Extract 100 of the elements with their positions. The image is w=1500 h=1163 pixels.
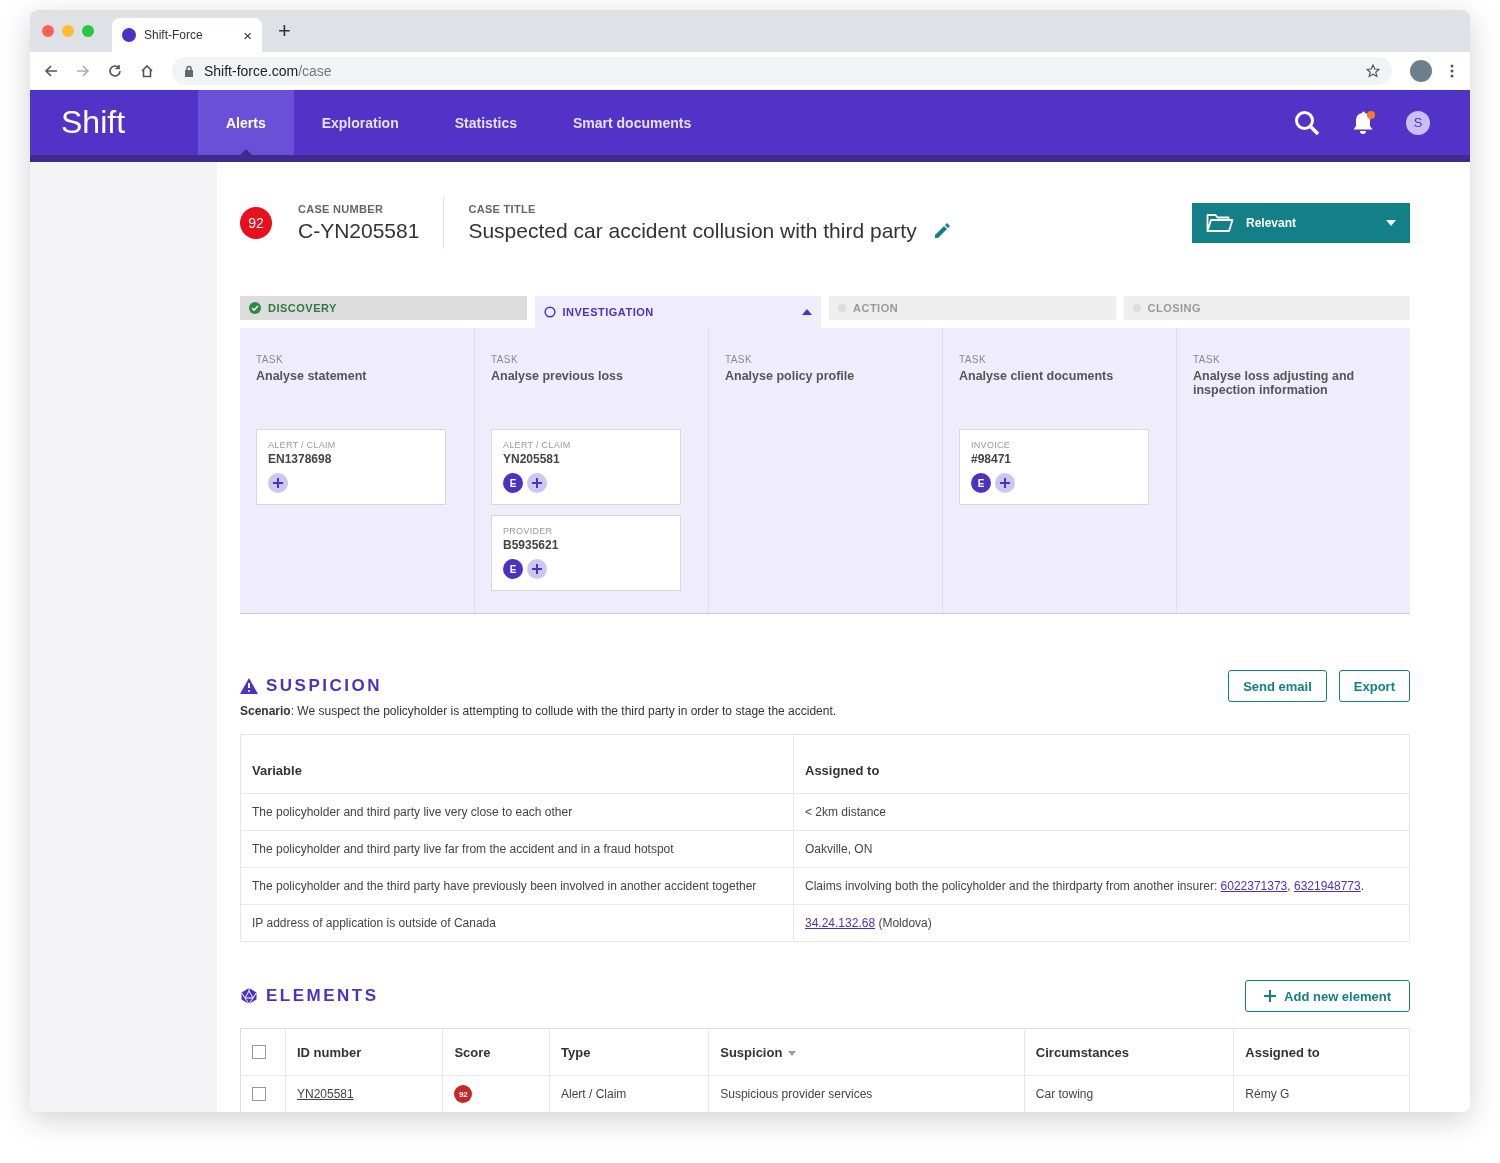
table-cell: Car towing — [1024, 1075, 1234, 1112]
task-title: Analyse policy profile — [725, 369, 856, 385]
case-number-label: CASE NUMBER — [298, 203, 385, 215]
column-header: Score — [442, 1028, 550, 1076]
table-cell: < 2km distance — [793, 793, 1410, 831]
element-card[interactable]: INVOICE #98471 E — [959, 429, 1149, 505]
bell-icon[interactable] — [1350, 109, 1376, 136]
outline-button[interactable]: Send email — [1228, 670, 1327, 702]
plus-icon[interactable] — [268, 473, 288, 493]
nav-tab[interactable]: Alerts — [198, 90, 294, 155]
table-cell: The policyholder and third party live very close to each other — [240, 793, 794, 831]
nav-tab[interactable]: Statistics — [426, 90, 545, 155]
row-checkbox[interactable] — [252, 1087, 266, 1101]
task-title: Analyse previous loss — [491, 369, 624, 385]
score-badge: 92 — [240, 207, 272, 239]
element-card[interactable]: ALERT / CLAIM YN205581 E — [491, 429, 681, 505]
warning-icon — [240, 678, 258, 694]
task-label: TASK — [725, 354, 753, 365]
nav-tab[interactable]: Smart documents — [544, 90, 720, 155]
sort-caret-icon[interactable] — [788, 1050, 797, 1056]
section-title: SUSPICION — [266, 676, 383, 696]
polyhedron-icon — [240, 987, 258, 1005]
task-label: TASK — [959, 354, 987, 365]
table-cell: 34.24.132.68 (Moldova) — [793, 904, 1410, 942]
link[interactable]: 34.24.132.68 — [805, 916, 876, 930]
more-icon[interactable] — [1450, 64, 1454, 78]
link[interactable]: 6321948773 — [1293, 879, 1361, 893]
table-cell: The policyholder and the third party have previously been involved in another accident together — [240, 867, 794, 905]
card-id: YN205581 — [503, 452, 561, 466]
id-link[interactable]: YN205581 — [297, 1087, 354, 1101]
table-cell: IP address of application is outside of Canada — [240, 904, 794, 942]
caret-icon — [1386, 220, 1396, 226]
lock-icon — [184, 65, 194, 77]
plus-icon[interactable] — [527, 559, 547, 579]
card-type: PROVIDER — [503, 526, 554, 536]
column-header: Circumstances — [1024, 1028, 1234, 1076]
column-header: Type — [549, 1028, 709, 1076]
section-title: ELEMENTS — [266, 986, 379, 1006]
address-bar[interactable]: Shift-force.com/case — [172, 57, 1392, 85]
task-title: Analyse client documents — [959, 369, 1115, 385]
card-type: ALERT / CLAIM — [268, 440, 337, 450]
profile-avatar[interactable] — [1410, 60, 1432, 82]
user-avatar[interactable]: S — [1406, 110, 1430, 135]
card-id: EN1378698 — [268, 452, 333, 466]
column-header: ID number — [285, 1028, 443, 1076]
scenario-text: Scenario: We suspect the policyholder is attempting to collude with the third party in order to stage the accident. — [240, 704, 838, 718]
card-id: #98471 — [971, 452, 1013, 466]
add-element-button[interactable]: Add new element — [1245, 980, 1410, 1012]
badge: E — [971, 473, 991, 493]
case-number: C-YN205581 — [298, 219, 420, 243]
element-card[interactable]: ALERT / CLAIM EN1378698 — [256, 429, 446, 505]
outline-button[interactable]: Export — [1338, 670, 1410, 702]
case-title: Suspected car accident collusion with third party — [468, 219, 917, 243]
task-label: TASK — [1193, 354, 1221, 365]
column-header[interactable]: Suspicion — [708, 1028, 1025, 1076]
folder-icon — [1206, 213, 1234, 233]
tab-title: Shift-Force — [144, 28, 203, 42]
pencil-icon[interactable] — [932, 222, 951, 240]
search-icon[interactable] — [1294, 109, 1320, 136]
card-type: INVOICE — [971, 440, 1012, 450]
close-tab-button[interactable]: × — [243, 26, 252, 44]
stage-tab[interactable]: DISCOVERY — [240, 296, 527, 320]
column-header: Variable — [240, 734, 794, 794]
caret-up-icon — [802, 309, 812, 315]
browser-tab[interactable]: Shift-Force × — [112, 18, 262, 52]
column-header: Assigned to — [1233, 1028, 1410, 1076]
app-logo[interactable]: Shift — [30, 104, 198, 141]
nav-tab[interactable]: Exploration — [293, 90, 427, 155]
badge: E — [503, 473, 523, 493]
plus-icon — [1264, 990, 1277, 1002]
card-type: ALERT / CLAIM — [503, 440, 572, 450]
table-cell: Claims involving both the policyholder and the thirdparty from another insurer: 6022371373, 6321948773. — [793, 867, 1410, 905]
card-id: B5935621 — [503, 538, 560, 552]
reload-icon[interactable] — [108, 64, 122, 78]
element-card[interactable]: PROVIDER B5935621 E — [491, 515, 681, 591]
home-icon[interactable] — [140, 64, 154, 78]
new-tab-button[interactable]: + — [278, 18, 291, 44]
task-title: Analyse statement — [256, 369, 368, 385]
star-icon[interactable] — [1366, 64, 1380, 78]
table-cell: Alert / Claim — [549, 1075, 709, 1112]
back-icon[interactable] — [44, 64, 58, 78]
table-cell: The policyholder and third party live far from the accident and in a fraud hotspot — [240, 830, 794, 868]
url-text: Shift-force.com/case — [204, 63, 332, 79]
task-title: Analyse loss adjusting and inspection information — [1193, 369, 1356, 399]
task-label: TASK — [256, 354, 284, 365]
score-badge: 92 — [454, 1085, 473, 1103]
table-cell: Suspicious provider services — [708, 1075, 1025, 1112]
stage-tab[interactable]: INVESTIGATION — [534, 296, 821, 328]
badge: E — [503, 559, 523, 579]
task-label: TASK — [491, 354, 519, 365]
status-dropdown-button[interactable]: Relevant — [1192, 203, 1410, 243]
check-circle-icon — [249, 302, 261, 314]
plus-icon[interactable] — [527, 473, 547, 493]
case-title-label: CASE TITLE — [468, 203, 537, 215]
table-cell: Oakville, ON — [793, 830, 1410, 868]
table-cell: Rémy G — [1233, 1075, 1410, 1112]
column-header: Assigned to — [793, 734, 1410, 794]
plus-icon[interactable] — [995, 473, 1015, 493]
ring-icon — [543, 306, 556, 318]
select-all-checkbox[interactable] — [252, 1045, 266, 1059]
